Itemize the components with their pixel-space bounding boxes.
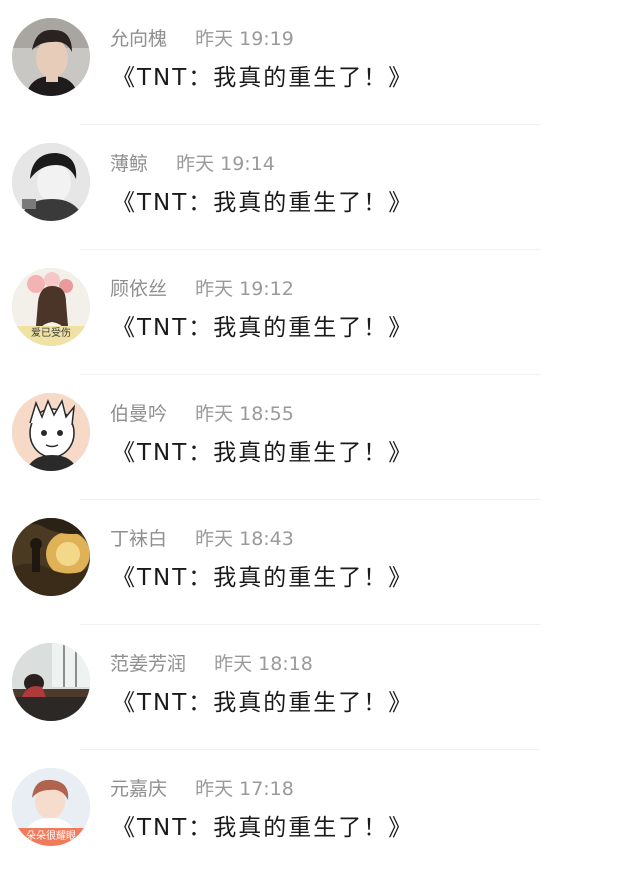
comment-text: 《TNT：我真的重生了！》: [112, 190, 414, 216]
comment-text: 《TNT：我真的重生了！》: [112, 440, 414, 466]
timestamp: 昨天 17:18: [195, 778, 294, 800]
comment-item[interactable]: 允向槐 昨天 19:19 《TNT：我真的重生了！》: [0, 0, 640, 125]
avatar-sunset-landscape-image: [12, 518, 90, 596]
avatar[interactable]: [12, 518, 90, 596]
avatar[interactable]: [12, 643, 90, 721]
avatar[interactable]: [12, 18, 90, 96]
username[interactable]: 顾依丝: [110, 278, 167, 300]
timestamp: 昨天 18:43: [195, 528, 294, 550]
avatar-boy-bw-image: [12, 143, 90, 221]
comment-text: 《TNT：我真的重生了！》: [112, 815, 414, 841]
comment-item[interactable]: 朵朵很耀眼 元嘉庆 昨天 17:18 《TNT：我真的重生了！》: [0, 750, 640, 875]
comment-text: 《TNT：我真的重生了！》: [112, 565, 414, 591]
username[interactable]: 元嘉庆: [110, 778, 167, 800]
username[interactable]: 丁袜白: [110, 528, 167, 550]
comment-text: 《TNT：我真的重生了！》: [112, 690, 414, 716]
avatar[interactable]: 爱已受伤: [12, 268, 90, 346]
timestamp: 昨天 19:12: [195, 278, 294, 300]
comment-item[interactable]: 爱已受伤 顾依丝 昨天 19:12 《TNT：我真的重生了！》: [0, 250, 640, 375]
comment-text: 《TNT：我真的重生了！》: [112, 65, 414, 91]
comment-item[interactable]: 薄鲸 昨天 19:14 《TNT：我真的重生了！》: [0, 125, 640, 250]
avatar[interactable]: [12, 393, 90, 471]
comment-text: 《TNT：我真的重生了！》: [112, 315, 414, 341]
avatar-caption: 爱已受伤: [31, 328, 71, 339]
comment-item[interactable]: 丁袜白 昨天 18:43 《TNT：我真的重生了！》: [0, 500, 640, 625]
timestamp: 昨天 19:19: [195, 28, 294, 50]
avatar[interactable]: 朵朵很耀眼: [12, 768, 90, 846]
username[interactable]: 薄鲸: [110, 153, 148, 175]
username[interactable]: 伯曼吟: [110, 403, 167, 425]
avatar-caption: 朵朵很耀眼: [26, 831, 76, 842]
avatar-boy-dark-image: [12, 18, 90, 96]
comment-feed: 允向槐 昨天 19:19 《TNT：我真的重生了！》 薄鲸 昨天 19:14 《…: [0, 0, 640, 854]
username[interactable]: 允向槐: [110, 28, 167, 50]
avatar[interactable]: [12, 143, 90, 221]
comment-item[interactable]: 伯曼吟 昨天 18:55 《TNT：我真的重生了！》: [0, 375, 640, 500]
comment-item[interactable]: 范姜芳润 昨天 18:18 《TNT：我真的重生了！》: [0, 625, 640, 750]
avatar-classroom-image: [12, 643, 90, 721]
timestamp: 昨天 19:14: [176, 153, 275, 175]
timestamp: 昨天 18:55: [195, 403, 294, 425]
timestamp: 昨天 18:18: [214, 653, 313, 675]
avatar-cartoon-sketch-image: [12, 393, 90, 471]
username[interactable]: 范姜芳润: [110, 653, 186, 675]
